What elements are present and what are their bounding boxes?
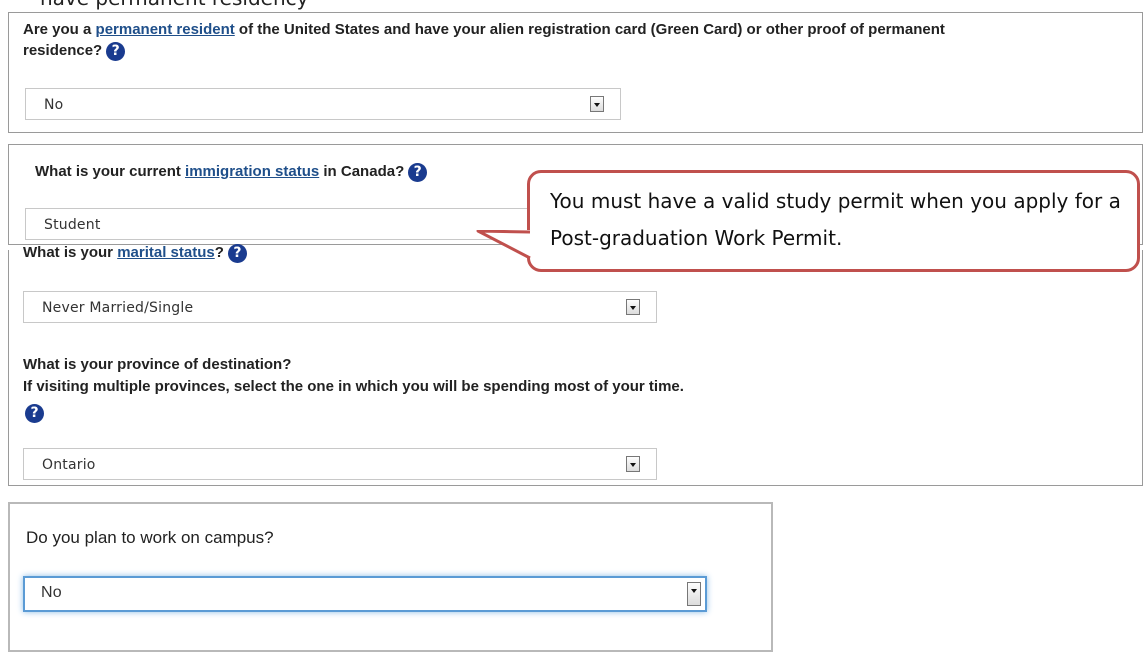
permanent-resident-select[interactable]: No	[25, 88, 621, 120]
province-question: What is your province of destination? If…	[23, 356, 684, 423]
work-on-campus-question: Do you plan to work on campus?	[26, 528, 274, 547]
chevron-down-icon[interactable]	[626, 456, 640, 472]
permanent-resident-link[interactable]: permanent resident	[96, 21, 235, 38]
top-clipped-text: have permanent residency	[40, 0, 308, 10]
help-icon[interactable]: ?	[25, 404, 44, 423]
help-icon[interactable]: ?	[227, 243, 247, 263]
permanent-resident-panel: Are you a permanent resident of the Unit…	[8, 12, 1143, 133]
callout-tail	[476, 230, 531, 260]
immigration-status-question: What is your current immigration status …	[35, 161, 428, 182]
chevron-down-icon[interactable]	[590, 96, 604, 112]
marital-status-link[interactable]: marital status	[117, 244, 215, 261]
immigration-status-link[interactable]: immigration status	[185, 163, 319, 180]
marital-province-panel: What is your marital status?? Never Marr…	[8, 243, 1143, 486]
marital-status-question: What is your marital status??	[23, 242, 247, 263]
callout-bubble: You must have a valid study permit when …	[527, 170, 1140, 272]
marital-status-select[interactable]: Never Married/Single	[23, 291, 657, 323]
help-icon[interactable]: ?	[408, 162, 428, 182]
province-select[interactable]: Ontario	[23, 448, 657, 480]
work-on-campus-panel: Do you plan to work on campus? No	[8, 502, 773, 652]
chevron-down-icon[interactable]	[687, 582, 701, 606]
chevron-down-icon[interactable]	[626, 299, 640, 315]
callout-text: You must have a valid study permit when …	[550, 189, 1121, 250]
work-on-campus-select[interactable]: No	[23, 576, 707, 612]
help-icon[interactable]: ?	[106, 41, 126, 61]
permanent-resident-question: Are you a permanent resident of the Unit…	[23, 21, 945, 61]
